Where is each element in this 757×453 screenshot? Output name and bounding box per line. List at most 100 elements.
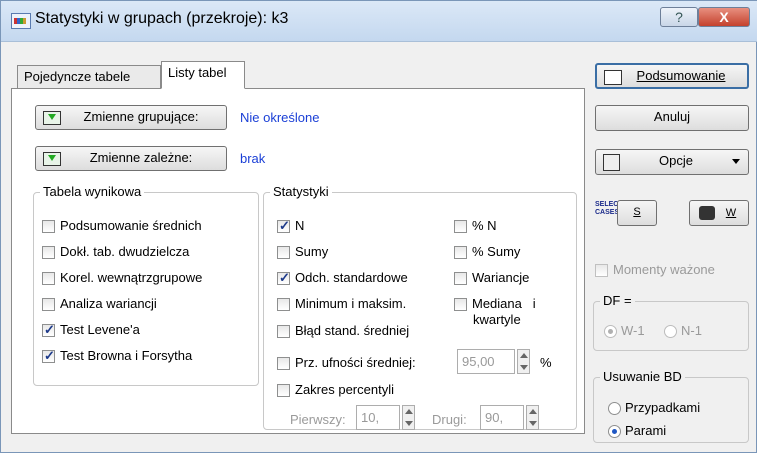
variables-icon: [43, 152, 61, 166]
dependent-variables-label: Zmienne zależne:: [89, 150, 193, 165]
checkbox-procent-n[interactable]: % N: [454, 218, 497, 234]
radio-label: W-1: [621, 323, 645, 338]
checkbox-box[interactable]: [42, 272, 55, 285]
statystyki-label: Statystyki: [270, 184, 332, 199]
checkbox-box[interactable]: [277, 325, 290, 338]
checkbox-analiza-wariancji[interactable]: Analiza wariancji: [42, 296, 157, 312]
dialog-window: Statystyki w grupach (przekroje): k3 ? X…: [0, 0, 757, 453]
checkbox-box[interactable]: [454, 220, 467, 233]
checkbox-label: Prz. ufności średniej:: [295, 355, 416, 370]
checkbox-box[interactable]: [42, 322, 55, 338]
grouping-variables-label: Zmienne grupujące:: [83, 109, 199, 124]
summary-button[interactable]: Podsumowanie: [595, 63, 749, 89]
checkbox-podsumowanie-srednich[interactable]: Podsumowanie średnich: [42, 218, 202, 234]
checkbox-procent-sumy[interactable]: % Sumy: [454, 244, 520, 260]
checkbox-test-browna-forsytha[interactable]: Test Browna i Forsytha: [42, 348, 192, 364]
second-percentile-input[interactable]: 90,: [480, 405, 524, 430]
summary-label: Podsumowanie: [636, 68, 726, 83]
checkbox-box[interactable]: [454, 272, 467, 285]
checkbox-box[interactable]: [595, 264, 608, 277]
grouping-variables-value: Nie określone: [240, 110, 320, 125]
radio-df-w1[interactable]: W-1: [604, 323, 645, 339]
close-button[interactable]: X: [698, 7, 750, 27]
checkbox-momenty-wazone[interactable]: Momenty ważone: [595, 262, 715, 278]
checkbox-box[interactable]: [42, 298, 55, 311]
checkbox-label: Dokł. tab. dwudzielcza: [60, 244, 190, 259]
w-button[interactable]: W: [689, 200, 749, 226]
checkbox-label: Odch. standardowe: [295, 270, 408, 285]
checkbox-sumy[interactable]: Sumy: [277, 244, 328, 260]
checkbox-label: Błąd stand. średniej: [295, 323, 410, 338]
checkbox-label: Sumy: [295, 244, 329, 259]
grouping-variables-button[interactable]: Zmienne grupujące:: [35, 105, 227, 130]
statystyki-group: Statystyki N Sumy Odch. standardowe Mini…: [263, 184, 577, 430]
dependent-variables-button[interactable]: Zmienne zależne:: [35, 146, 227, 171]
options-icon: [603, 154, 620, 171]
checkbox-box[interactable]: [42, 348, 55, 364]
checkbox-label: N: [295, 218, 305, 233]
radio-button[interactable]: [664, 325, 677, 338]
checkbox-box[interactable]: [454, 246, 467, 259]
checkbox-n[interactable]: N: [277, 218, 304, 234]
options-button[interactable]: Opcje: [595, 149, 749, 175]
radio-button[interactable]: [604, 325, 617, 338]
usuwanie-bd-group: Usuwanie BD Przypadkami Parami: [593, 369, 749, 443]
tabs-area: Pojedyncze tabele Listy tabel Zmienne gr…: [11, 51, 585, 441]
checkbox-wariancje[interactable]: Wariancje: [454, 270, 529, 286]
checkbox-label: Test Levene'a: [60, 322, 140, 337]
checkbox-label: Analiza wariancji: [60, 296, 157, 311]
weight-icon: [699, 206, 715, 220]
checkbox-box[interactable]: [277, 298, 290, 311]
dropdown-arrow-icon: [732, 159, 740, 164]
df-label: DF =: [600, 293, 635, 308]
checkbox-label: Momenty ważone: [613, 262, 715, 277]
radio-label: N-1: [681, 323, 702, 338]
tab-panel: Zmienne grupujące: Nie określone Zmienne…: [11, 88, 585, 434]
s-button[interactable]: S: [617, 200, 657, 226]
checkbox-box[interactable]: [42, 246, 55, 259]
checkbox-test-levenea[interactable]: Test Levene'a: [42, 322, 140, 338]
checkbox-box[interactable]: [277, 246, 290, 259]
checkbox-box[interactable]: [454, 298, 467, 311]
second-percentile-spinner[interactable]: [526, 405, 539, 430]
radio-przypadkami[interactable]: Przypadkami: [608, 400, 700, 416]
checkbox-prz-ufnosci[interactable]: Prz. ufności średniej:: [277, 355, 416, 371]
confidence-spinner[interactable]: [517, 349, 530, 374]
confidence-input[interactable]: 95,00: [457, 349, 515, 374]
radio-parami[interactable]: Parami: [608, 423, 666, 439]
tab-listy-tabel[interactable]: Listy tabel: [161, 61, 245, 89]
radio-button[interactable]: [608, 402, 621, 415]
tab-pojedyncze-tabele[interactable]: Pojedyncze tabele: [17, 65, 161, 89]
checkbox-odch-standardowe[interactable]: Odch. standardowe: [277, 270, 408, 286]
radio-df-n1[interactable]: N-1: [664, 323, 702, 339]
second-percentile-label: Drugi:: [432, 412, 467, 427]
confidence-unit: %: [540, 355, 552, 370]
cancel-button[interactable]: Anuluj: [595, 105, 749, 131]
checkbox-box[interactable]: [277, 218, 290, 234]
checkbox-korel-wewnatrzgrupowe[interactable]: Korel. wewnątrzgrupowe: [42, 270, 202, 286]
checkbox-label: % Sumy: [472, 244, 521, 259]
checkbox-box[interactable]: [277, 357, 290, 370]
checkbox-box[interactable]: [277, 384, 290, 397]
checkbox-label: Minimum i maksim.: [295, 296, 407, 311]
checkbox-dokl-tab-dwudzielcza[interactable]: Dokł. tab. dwudzielcza: [42, 244, 189, 260]
help-button[interactable]: ?: [660, 7, 698, 27]
dependent-variables-value: brak: [240, 151, 266, 166]
select-cases-icon[interactable]: SELECT CASES: [595, 201, 623, 217]
first-percentile-spinner[interactable]: [402, 405, 415, 430]
usuwanie-bd-label: Usuwanie BD: [600, 369, 685, 384]
checkbox-box[interactable]: [42, 220, 55, 233]
checkbox-label: Podsumowanie średnich: [60, 218, 202, 233]
checkbox-blad-stand-sredniej[interactable]: Błąd stand. średniej: [277, 323, 409, 339]
tabela-wynikowa-group: Tabela wynikowa Podsumowanie średnich Do…: [33, 184, 259, 386]
first-percentile-label: Pierwszy:: [290, 412, 346, 427]
checkbox-box[interactable]: [277, 270, 290, 286]
first-percentile-input[interactable]: 10,: [356, 405, 400, 430]
title-bar: Statystyki w grupach (przekroje): k3 ? X: [1, 1, 757, 42]
window-title: Statystyki w grupach (przekroje): k3: [35, 10, 289, 27]
checkbox-minimum-maksim[interactable]: Minimum i maksim.: [277, 296, 406, 312]
checkbox-zakres-percentyli[interactable]: Zakres percentyli: [277, 382, 394, 398]
radio-button[interactable]: [608, 425, 621, 438]
checkbox-label: Test Browna i Forsytha: [60, 348, 193, 363]
checkbox-mediana-kwartyle[interactable]: Mediana i: [454, 296, 536, 312]
